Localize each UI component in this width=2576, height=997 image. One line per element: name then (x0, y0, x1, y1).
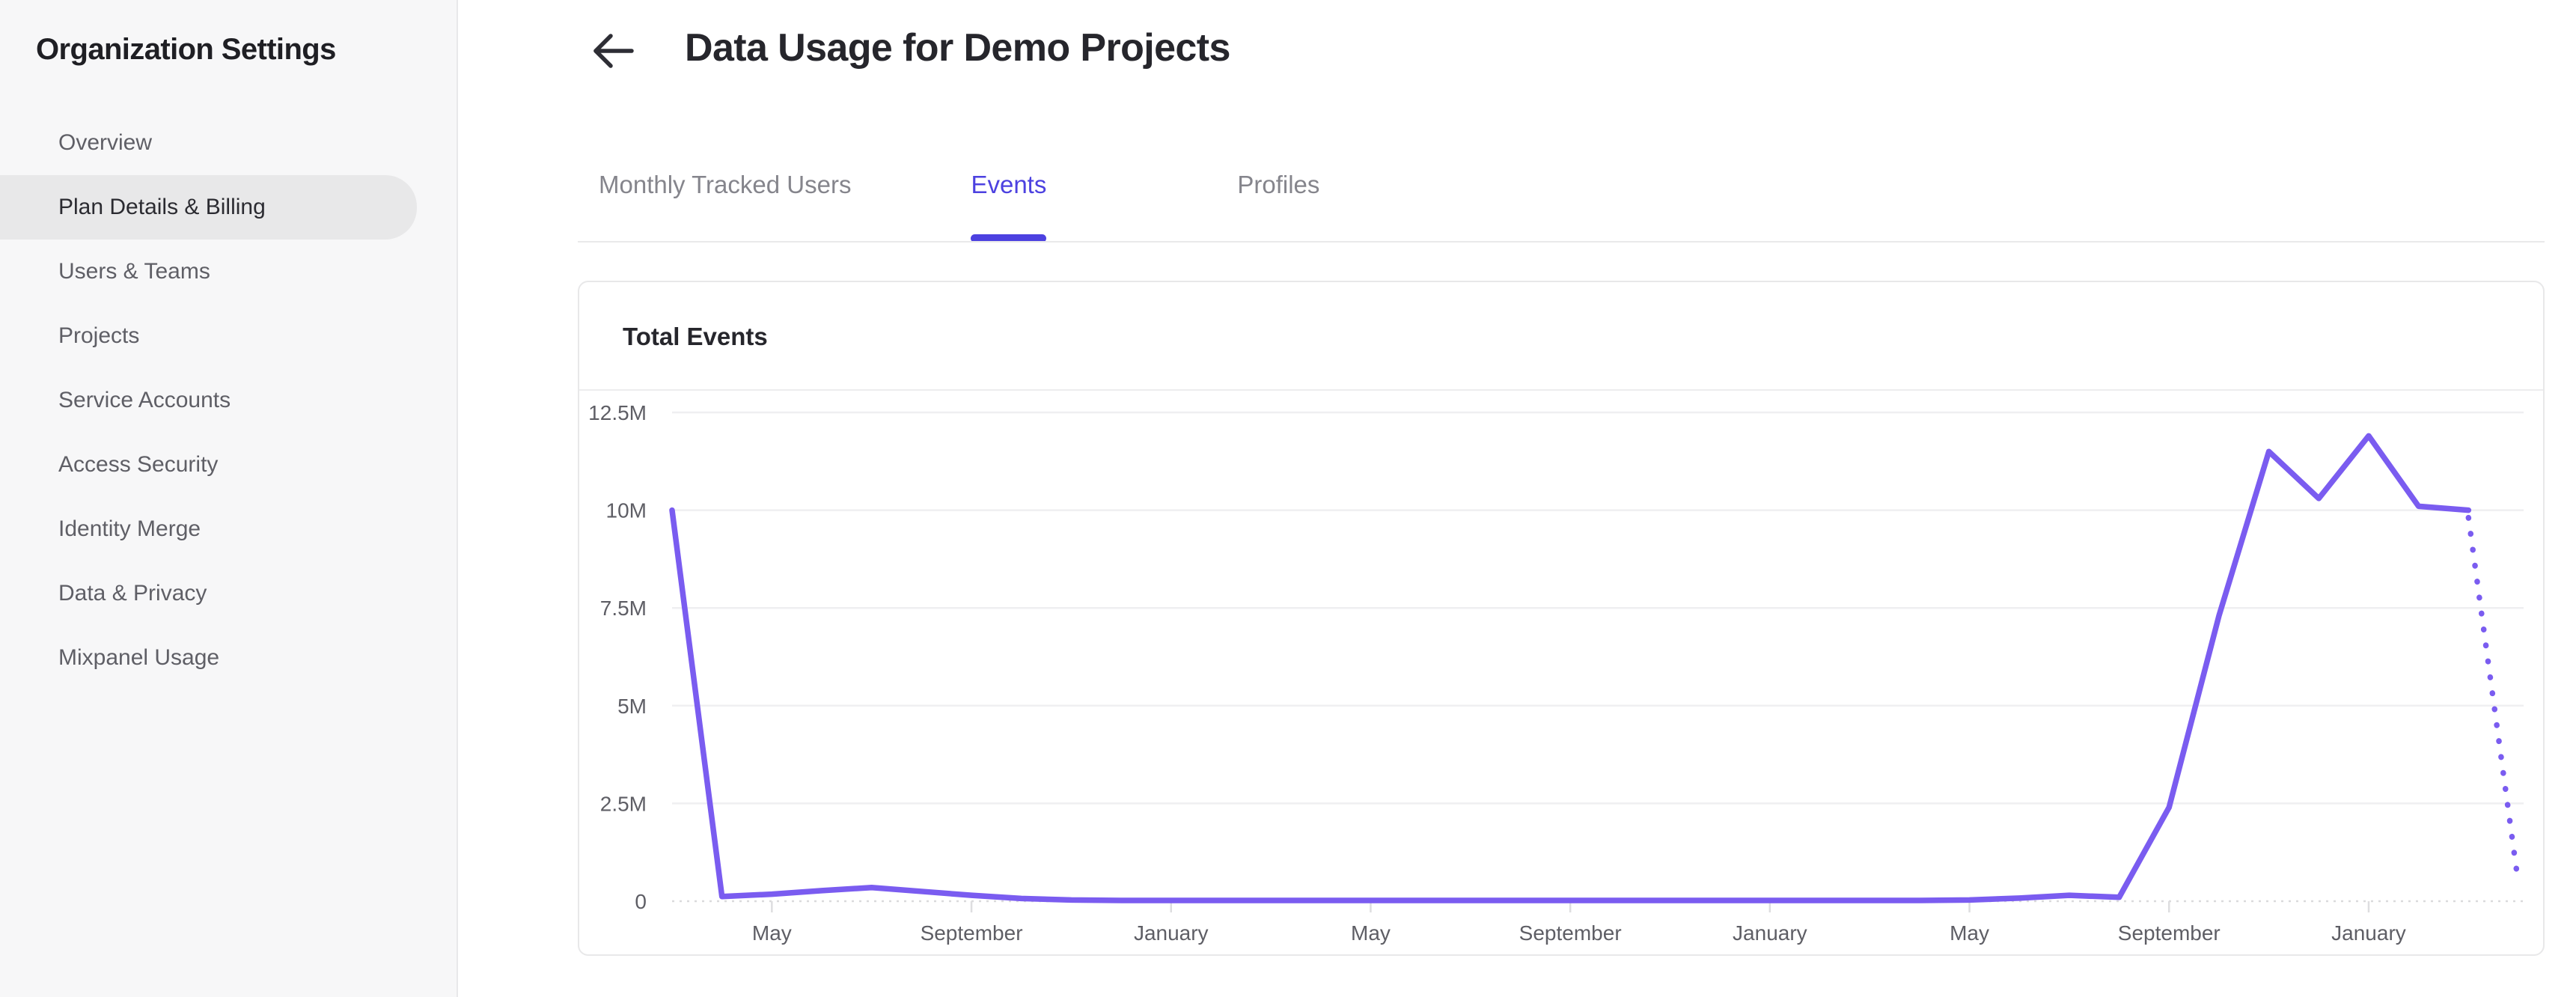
card-divider (579, 389, 2543, 391)
tab-bar: Monthly Tracked Users Events Profiles (578, 160, 1319, 243)
left-arrow-icon (591, 34, 636, 73)
tab-bar-divider (578, 241, 2545, 243)
tab-monthly-tracked-users[interactable]: Monthly Tracked Users (599, 160, 851, 241)
sidebar-item-plan-details-billing[interactable]: Plan Details & Billing (0, 175, 417, 240)
sidebar-item-data-privacy[interactable]: Data & Privacy (0, 561, 457, 626)
sidebar-nav: Overview Plan Details & Billing Users & … (0, 111, 457, 690)
sidebar-item-identity-merge[interactable]: Identity Merge (0, 497, 457, 561)
sidebar-item-access-security[interactable]: Access Security (0, 433, 457, 497)
sidebar-item-mixpanel-usage[interactable]: Mixpanel Usage (0, 626, 457, 690)
sidebar-item-projects[interactable]: Projects (0, 304, 457, 368)
main-content: Data Usage for Demo Projects Monthly Tra… (458, 0, 2576, 997)
total-events-card: Total Events (578, 281, 2545, 956)
sidebar-item-service-accounts[interactable]: Service Accounts (0, 368, 457, 433)
chart-title: Total Events (623, 323, 768, 350)
back-button[interactable] (591, 31, 636, 70)
tab-events[interactable]: Events (971, 160, 1046, 243)
sidebar-item-overview[interactable]: Overview (0, 111, 457, 175)
organization-settings-page: Organization Settings Overview Plan Deta… (0, 0, 2576, 997)
page-title: Data Usage for Demo Projects (685, 26, 1230, 70)
tab-profiles[interactable]: Profiles (1237, 160, 1319, 241)
sidebar-title: Organization Settings (36, 33, 336, 66)
sidebar: Organization Settings Overview Plan Deta… (0, 0, 458, 997)
sidebar-item-users-teams[interactable]: Users & Teams (0, 240, 457, 304)
